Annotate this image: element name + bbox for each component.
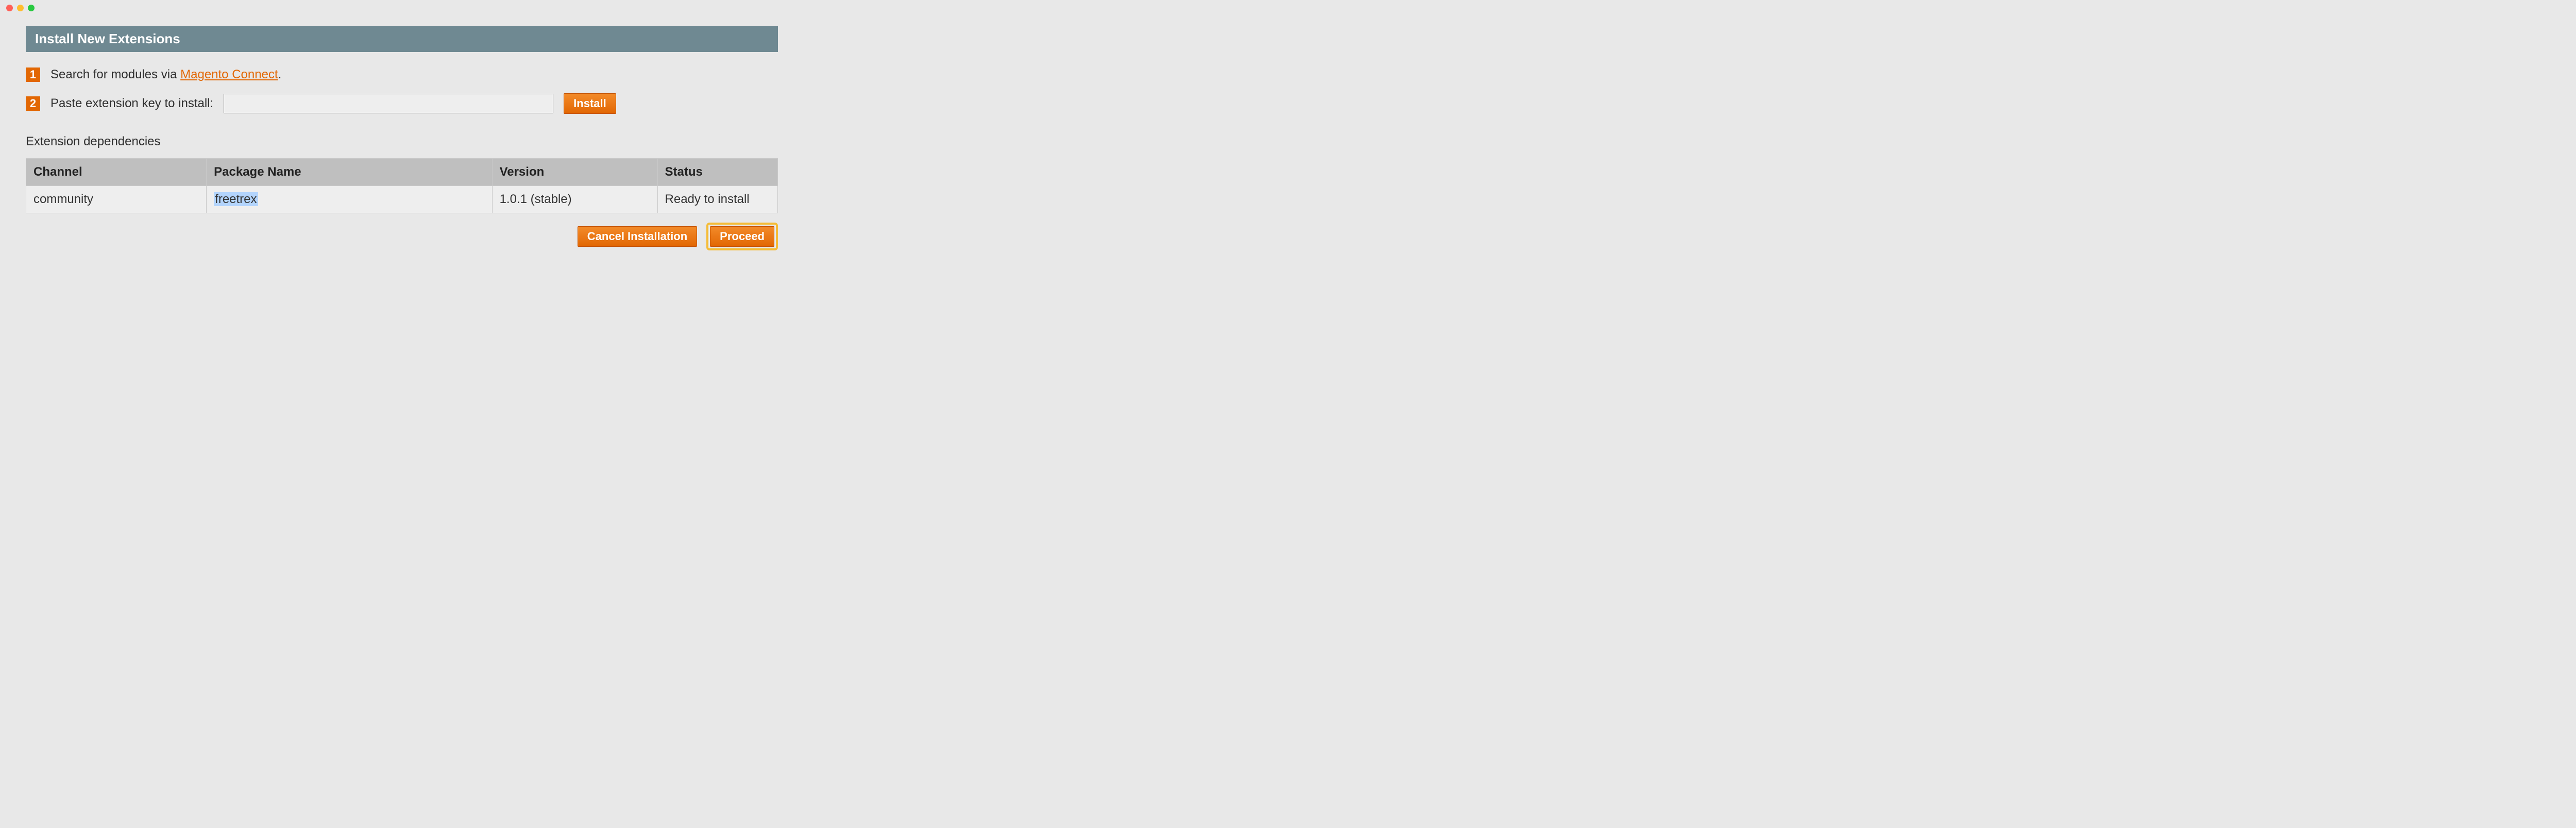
action-bar: Cancel Installation Proceed	[26, 223, 778, 250]
step-1-suffix: .	[278, 67, 282, 81]
table-header-row: Channel Package Name Version Status	[26, 159, 778, 186]
col-package-header: Package Name	[207, 159, 492, 186]
step-1-prefix: Search for modules via	[50, 67, 180, 81]
col-status-header: Status	[657, 159, 777, 186]
step-1: 1 Search for modules via Magento Connect…	[26, 67, 778, 82]
cell-channel: community	[26, 186, 207, 213]
proceed-highlight: Proceed	[706, 223, 778, 250]
cell-package: freetrex	[207, 186, 492, 213]
cell-status: Ready to install	[657, 186, 777, 213]
extension-key-input[interactable]	[224, 94, 553, 113]
cell-version: 1.0.1 (stable)	[492, 186, 657, 213]
col-channel-header: Channel	[26, 159, 207, 186]
section-header: Install New Extensions	[26, 26, 778, 52]
window-titlebar	[0, 0, 804, 15]
package-name-highlight: freetrex	[214, 192, 258, 206]
step-1-text: Search for modules via Magento Connect.	[50, 67, 281, 82]
cancel-installation-button[interactable]: Cancel Installation	[578, 226, 697, 247]
dependencies-table: Channel Package Name Version Status comm…	[26, 158, 778, 213]
step-2-badge: 2	[26, 96, 40, 111]
step-1-badge: 1	[26, 67, 40, 82]
step-2-label: Paste extension key to install:	[50, 96, 213, 111]
proceed-button[interactable]: Proceed	[710, 226, 774, 247]
step-2: 2 Paste extension key to install: Instal…	[26, 93, 778, 114]
install-button[interactable]: Install	[564, 93, 616, 114]
window-close-icon[interactable]	[6, 5, 13, 11]
empty-area	[804, 0, 2576, 265]
table-row: community freetrex 1.0.1 (stable) Ready …	[26, 186, 778, 213]
window-maximize-icon[interactable]	[28, 5, 35, 11]
magento-connect-link[interactable]: Magento Connect	[180, 67, 278, 81]
window-minimize-icon[interactable]	[17, 5, 24, 11]
col-version-header: Version	[492, 159, 657, 186]
app-window: Install New Extensions 1 Search for modu…	[0, 0, 804, 266]
dependencies-heading: Extension dependencies	[26, 134, 778, 149]
